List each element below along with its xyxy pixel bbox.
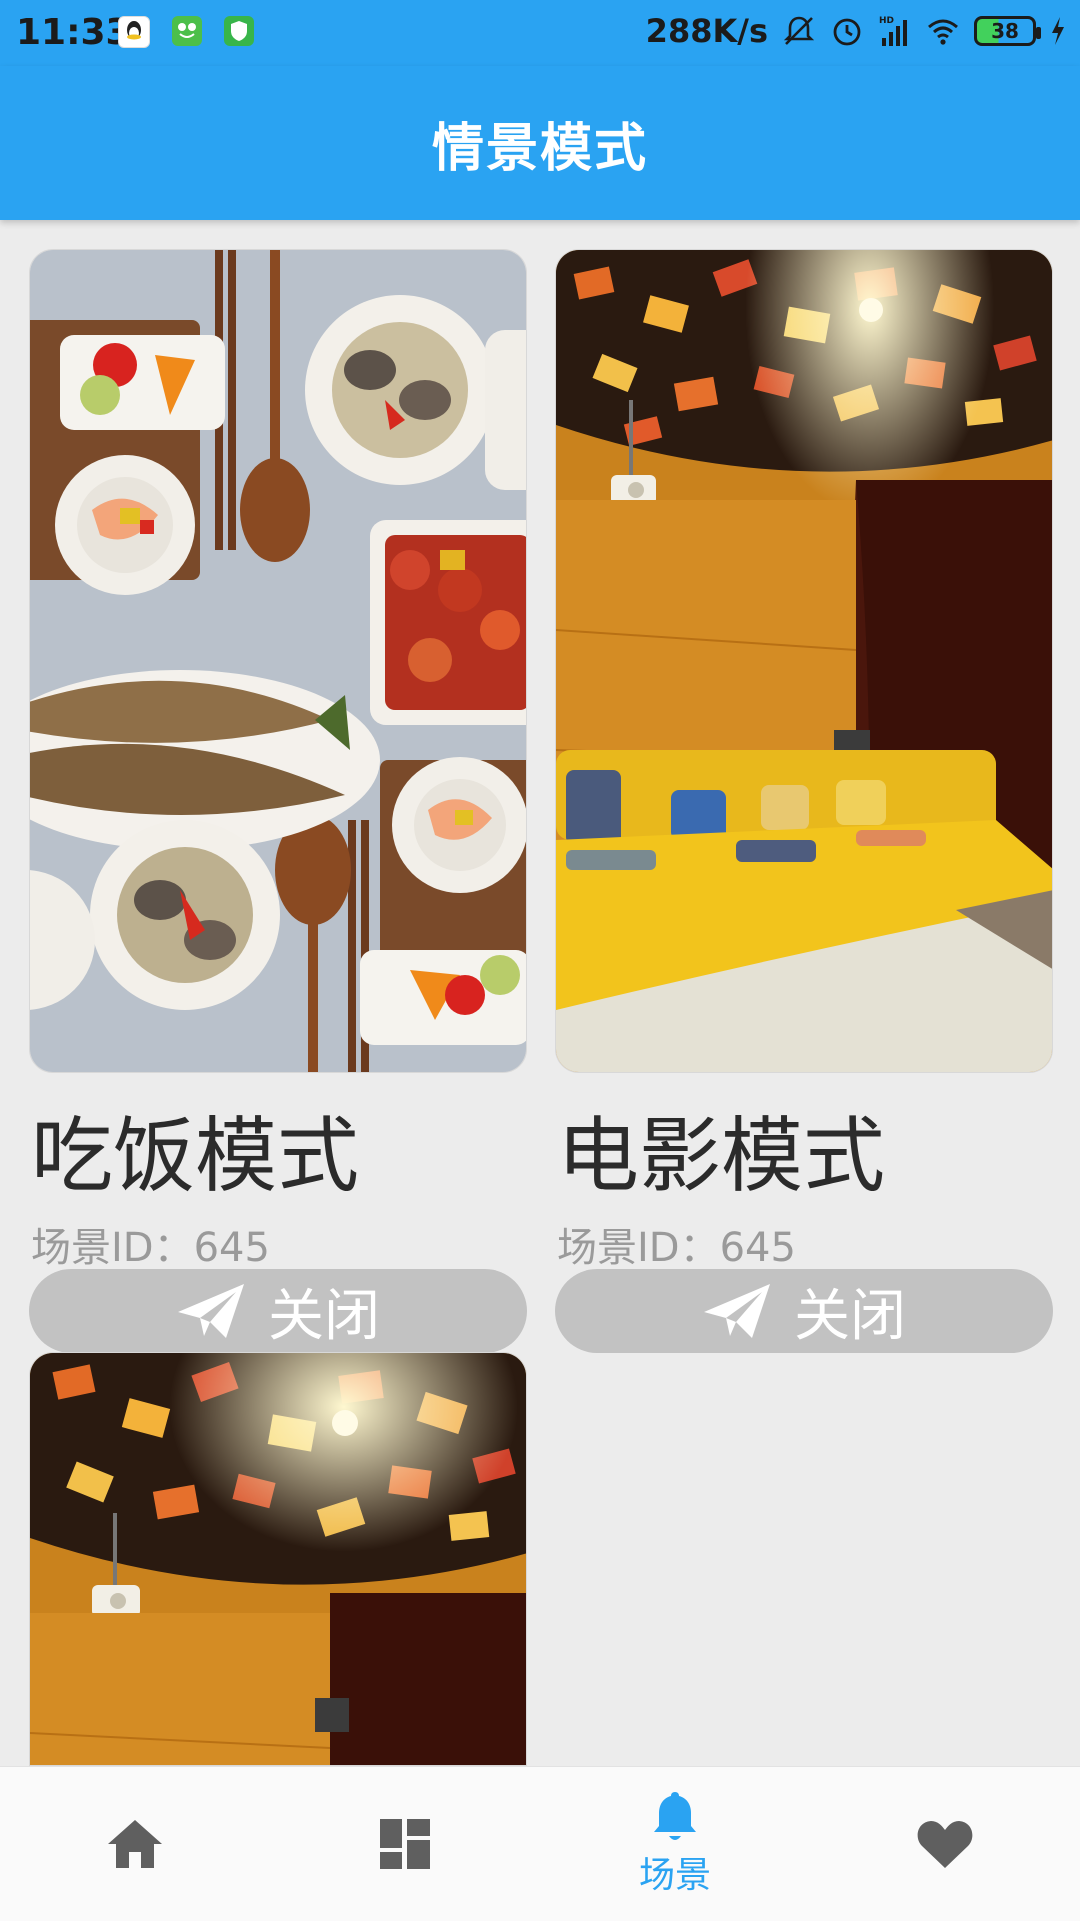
bell-icon [654,1792,696,1840]
scene-id: 场景ID：645 [557,1225,796,1271]
svg-text:HD: HD [879,16,894,26]
close-button-label: 关闭 [268,1283,380,1349]
battery-icon: 38 [974,16,1041,46]
scene-image-dining[interactable] [29,249,527,1073]
home-theater-photo [30,1353,526,1765]
nav-item-scene[interactable]: 场景 [540,1767,810,1921]
security-app-icon [224,16,254,46]
scene-image-movie[interactable] [555,249,1053,1073]
send-plane-icon [178,1284,244,1338]
scene-image-third[interactable] [29,1352,527,1766]
charging-icon [1052,17,1064,45]
dining-food-photo [30,250,526,1072]
status-bar: 11:33 288K/s HD 38 [0,0,1080,66]
signal-icon: HD [879,16,907,46]
status-time: 11:33 [16,12,131,53]
dashboard-icon [380,1819,430,1869]
network-speed: 288K/s [645,12,768,50]
scene-title: 吃饭模式 [31,1109,360,1204]
home-theater-photo [556,250,1052,1072]
page-title: 情景模式 [431,119,648,179]
mute-bell-icon [783,16,815,45]
home-icon [108,1820,162,1868]
nav-item-dashboard[interactable] [270,1767,540,1921]
nav-label-scene: 场景 [638,1855,711,1896]
scene-card-third[interactable] [29,1352,527,1766]
close-button-label: 关闭 [794,1283,906,1349]
close-scene-button[interactable]: 关闭 [29,1269,527,1353]
scene-card-dining[interactable]: 吃饭模式 场景ID：645 关闭 [29,249,527,1353]
scene-id: 场景ID：645 [31,1225,270,1271]
frog-app-icon [172,16,202,46]
scene-card-movie[interactable]: 电影模式 场景ID：645 关闭 [555,249,1053,1353]
scene-grid: 吃饭模式 场景ID：645 关闭 电影模式 场景ID：645 关闭 [0,220,1080,1766]
status-right: 288K/s HD 38 [646,12,1066,50]
nav-item-home[interactable] [0,1767,270,1921]
notification-icons [118,16,254,48]
close-scene-button[interactable]: 关闭 [555,1269,1053,1353]
nav-item-favorites[interactable] [810,1767,1080,1921]
bottom-navigation: 场景 [0,1766,1080,1921]
qq-app-icon [118,16,150,48]
battery-level: 38 [991,19,1019,43]
alarm-icon [833,18,861,46]
wifi-icon [928,19,958,45]
app-bar: 情景模式 [0,66,1080,220]
scene-title: 电影模式 [557,1109,886,1204]
heart-icon [917,1821,973,1868]
send-plane-icon [704,1284,770,1338]
